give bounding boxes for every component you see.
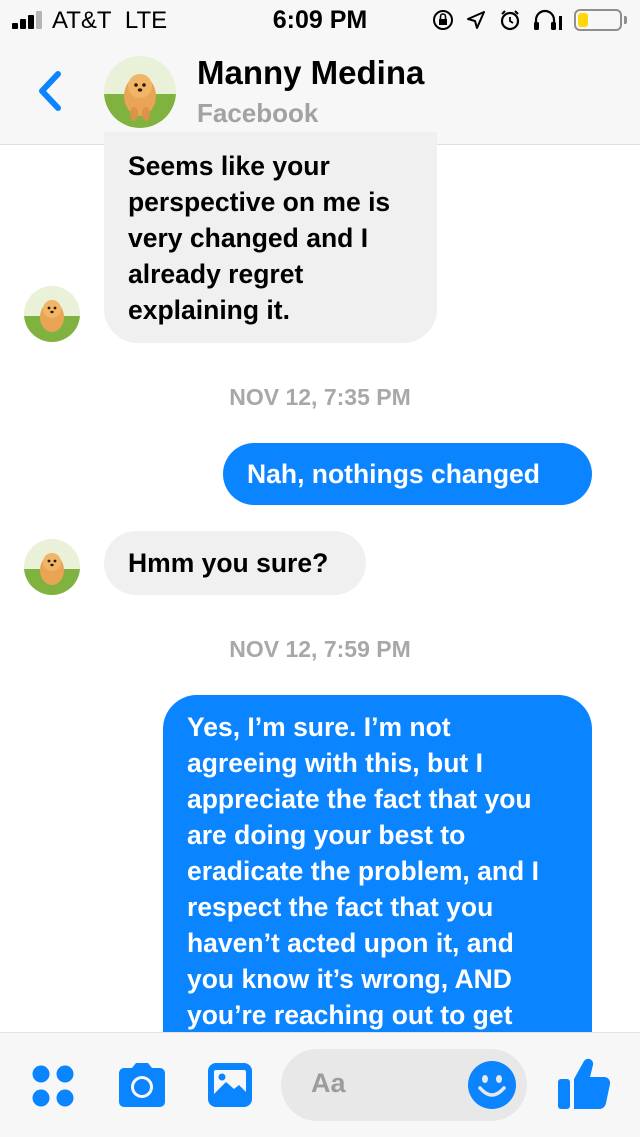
timestamp: NOV 12, 7:59 PM: [229, 636, 411, 662]
camera-icon[interactable]: [115, 1061, 169, 1109]
incoming-message[interactable]: Hmm you sure?: [104, 531, 366, 595]
message-text: Seems like your perspective on me is ver…: [128, 151, 391, 325]
photo-gallery-icon[interactable]: [206, 1061, 254, 1109]
message-text: Nah, nothings changed: [247, 459, 540, 489]
screen-lock-icon: [433, 10, 453, 30]
input-placeholder: Aa: [311, 1068, 346, 1098]
message-composer: Aa: [0, 1032, 640, 1137]
contact-avatar[interactable]: [104, 56, 176, 128]
status-bar: AT&T LTE 6:09 PM: [0, 0, 640, 40]
battery-tip: [624, 16, 627, 24]
chevron-left-icon[interactable]: [30, 66, 70, 116]
message-input[interactable]: Aa: [281, 1049, 527, 1121]
message-text: Hmm you sure?: [128, 548, 329, 578]
thumbs-up-icon[interactable]: [556, 1055, 612, 1111]
headphones-icon: [534, 9, 562, 30]
timestamp: NOV 12, 7:35 PM: [229, 384, 411, 410]
battery-icon: [574, 9, 622, 31]
contact-avatar-small[interactable]: [24, 286, 80, 342]
outgoing-message[interactable]: Yes, I’m sure. I’m not agreeing with thi…: [163, 695, 592, 1032]
battery-level: [578, 13, 588, 27]
alarm-clock-icon: [500, 10, 520, 31]
apps-grid-icon[interactable]: [30, 1063, 76, 1109]
contact-name[interactable]: Manny Medina: [197, 54, 424, 92]
message-text: Yes, I’m sure. I’m not agreeing with thi…: [187, 712, 539, 1030]
location-arrow-icon: [467, 11, 485, 29]
emoji-smiley-icon[interactable]: [467, 1060, 517, 1110]
contact-avatar-small[interactable]: [24, 539, 80, 595]
outgoing-message[interactable]: Nah, nothings changed: [223, 443, 592, 505]
conversation-header: Manny Medina Facebook: [0, 40, 640, 145]
status-icons: [433, 9, 562, 31]
incoming-message[interactable]: Seems like your perspective on me is ver…: [104, 132, 437, 343]
contact-source: Facebook: [197, 98, 319, 128]
